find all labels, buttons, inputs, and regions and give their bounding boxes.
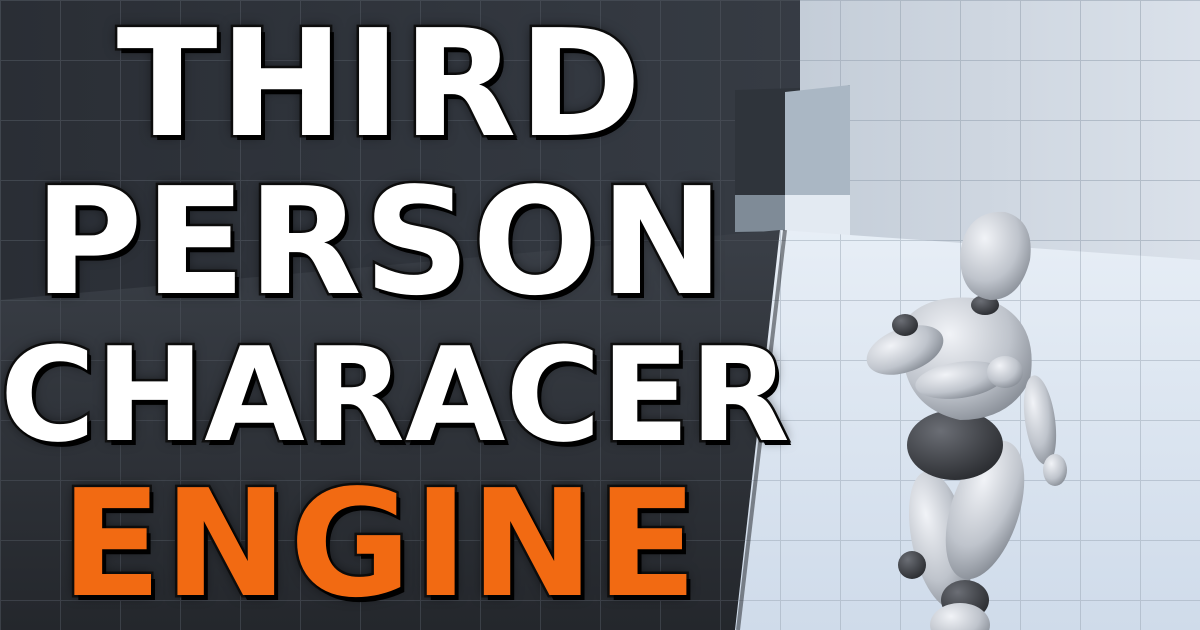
- title-line-engine: ENGINE: [58, 458, 700, 630]
- thumbnail: THIRD PERSON CHARACER ENGINE: [0, 0, 1200, 630]
- title-line-person: PERSON: [32, 156, 727, 328]
- title-line-characer: CHARACER: [0, 319, 792, 471]
- title-line-third: THIRD: [114, 0, 644, 170]
